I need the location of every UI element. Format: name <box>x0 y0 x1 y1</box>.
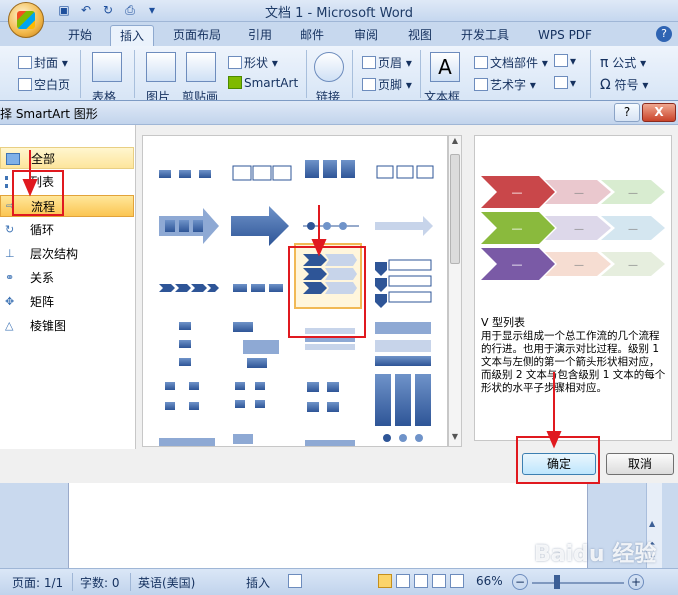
annotation-arrows <box>22 150 562 449</box>
office-logo-icon <box>17 11 35 29</box>
annotation-arrowhead <box>546 431 562 449</box>
office-button[interactable] <box>8 2 44 38</box>
annotation-arrowhead <box>311 239 327 257</box>
annotation-arrowhead <box>22 179 38 197</box>
watermark: Baidu 经验 <box>534 542 657 567</box>
